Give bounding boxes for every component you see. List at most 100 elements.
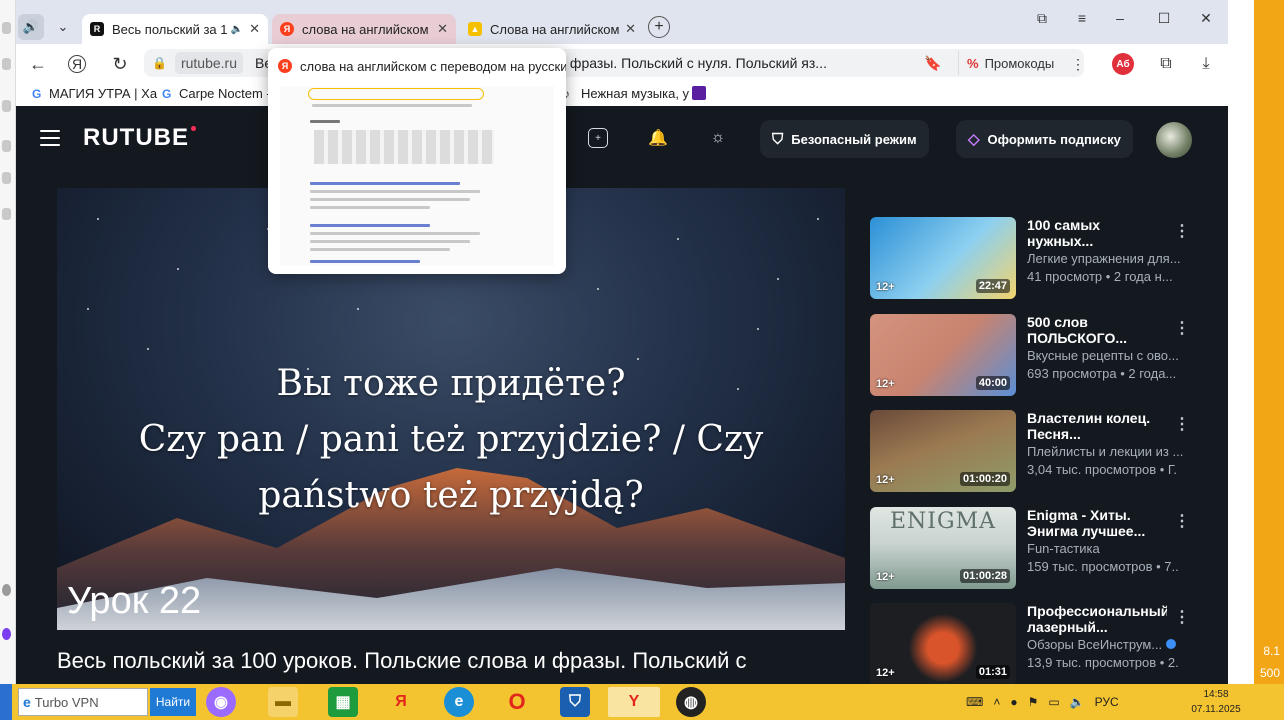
safe-mode-label: Безопасный режим <box>791 131 917 147</box>
network-status-icon[interactable]: ● <box>1010 695 1017 709</box>
more-icon[interactable]: ⋮ <box>1174 318 1190 338</box>
back-icon[interactable]: ← <box>26 52 50 76</box>
display-icon[interactable]: ▭ <box>1048 695 1059 709</box>
close-icon[interactable]: ✕ <box>625 21 636 37</box>
rutube-icon: R <box>90 22 104 36</box>
close-window-button[interactable]: ✕ <box>1194 8 1218 28</box>
video-stats: 3,04 тыс. просмотров • Г. <box>1027 462 1177 477</box>
clock[interactable]: 14:58 07.11.2025 <box>1186 687 1246 717</box>
system-tray: ⌨ ˄ ● ⚑ ▭ 🔈 РУС <box>966 690 1129 714</box>
recommendation-title[interactable]: Властелин колец. Песня... <box>1027 410 1167 442</box>
rutube-logo[interactable]: RUTUBE <box>83 124 196 152</box>
tab-yandex-search[interactable]: Я слова на английском с переводом ✕ <box>272 14 456 44</box>
bookmark-item[interactable]: G МАГИЯ УТРА | Ха <box>32 86 157 101</box>
video-thumbnail[interactable]: 12+ 01:00:20 <box>870 410 1016 492</box>
video-subtitles: Вы тоже придёте? Czy pan / pani też przy… <box>57 356 845 524</box>
video-thumbnail[interactable]: 12+ 22:47 <box>870 217 1016 299</box>
channel-name[interactable]: Обзоры ВсеИнструм... <box>1027 637 1195 652</box>
flag-icon[interactable]: ⚑ <box>1028 695 1039 709</box>
channel-name[interactable]: Вкусные рецепты с ово... <box>1027 348 1195 363</box>
opera-icon[interactable]: O <box>502 687 532 717</box>
obs-icon[interactable]: ◍ <box>676 687 706 717</box>
age-rating: 12+ <box>876 667 895 679</box>
bookmark-item[interactable]: ♪ Нежная музыка, у <box>564 86 689 101</box>
yandex-icon: Я <box>280 22 294 36</box>
safe-mode-button[interactable]: ⛉ Безопасный режим <box>760 120 929 158</box>
channel-name[interactable]: Легкие упражнения для... <box>1027 251 1195 266</box>
avatar[interactable] <box>1156 122 1192 158</box>
hamburger-menu-icon[interactable] <box>40 130 60 146</box>
recommendation-title[interactable]: 100 самых нужных... <box>1027 217 1167 249</box>
tab-preview-title: слова на английском с переводом на русск… <box>300 58 566 74</box>
age-rating: 12+ <box>876 571 895 583</box>
more-icon[interactable]: ⋮ <box>1174 414 1190 434</box>
yandex-app-icon[interactable]: Я <box>386 687 416 717</box>
find-label: Найти <box>155 695 191 709</box>
yandex-icon: Я <box>278 59 292 73</box>
bookmark-icon[interactable]: 🔖 <box>924 55 941 72</box>
address-bar: ← Я ↻ 🔒 rutube.ru Весь польский за 100 у… <box>16 44 1228 82</box>
subscribe-label: Оформить подписку <box>987 131 1121 147</box>
video-thumbnail[interactable]: ENIGMA 12+ 01:00:28 <box>870 507 1016 589</box>
maximize-button[interactable]: ☐ <box>1152 8 1176 28</box>
taskbar-search-field[interactable]: e Turbo VPN <box>18 688 148 716</box>
tab-rutube[interactable]: R Весь польский за 100 уроков 🔈 ✕ <box>82 14 268 44</box>
start-button[interactable] <box>0 684 12 720</box>
tab-audio-icon[interactable]: 🔊 <box>18 14 44 40</box>
close-icon[interactable]: ✕ <box>249 21 260 37</box>
more-icon[interactable]: ⋮ <box>1174 607 1190 627</box>
promo-button[interactable]: % Промокоды <box>958 51 1054 75</box>
video-stats: 159 тыс. просмотров • 7.. <box>1027 559 1179 574</box>
recommendation-title[interactable]: Enigma - Хиты. Энигма лучшее... <box>1027 507 1167 539</box>
recommendation-item[interactable]: 12+ 22:47 100 самых нужных... Легкие упр… <box>870 217 1200 299</box>
notifications-icon[interactable]: 🔔 <box>648 128 668 148</box>
more-icon[interactable]: ⋮ <box>1174 511 1190 531</box>
bookmark-item[interactable]: G Carpe Noctem - <box>162 86 271 101</box>
store-icon[interactable]: ▦ <box>328 687 358 717</box>
yandex-home-icon[interactable]: Я <box>68 55 86 73</box>
new-tab-button[interactable]: + <box>648 16 670 38</box>
upload-icon[interactable]: + <box>588 128 608 148</box>
duration-badge: 01:31 <box>975 665 1010 679</box>
recommendation-title[interactable]: 500 слов ПОЛЬСКОГО... <box>1027 314 1167 346</box>
bookmark-tabs-icon[interactable]: ⧉ <box>1030 8 1054 28</box>
channel-name[interactable]: Fun-тастика <box>1027 541 1195 556</box>
menu-icon[interactable]: ≡ <box>1070 8 1094 28</box>
keyboard-icon[interactable]: ⌨ <box>966 695 983 709</box>
subscribe-button[interactable]: ◇ Оформить подписку <box>956 120 1133 158</box>
vpn-shield-icon[interactable]: ⛉ <box>560 687 590 717</box>
desktop-icon <box>2 208 11 220</box>
tab-preview-popup[interactable]: Я слова на английском с переводом на рус… <box>268 48 566 274</box>
recommendation-item[interactable]: 12+ 01:31 Профессиональный лазерный... О… <box>870 603 1200 684</box>
yandex-browser-taskbar-button[interactable]: Y <box>608 687 660 717</box>
more-icon[interactable]: ⋮ <box>1174 221 1190 241</box>
file-explorer-icon[interactable]: ▬ <box>268 687 298 717</box>
recommendation-item[interactable]: 12+ 40:00 500 слов ПОЛЬСКОГО... Вкусные … <box>870 314 1200 396</box>
close-icon[interactable]: ✕ <box>437 21 448 37</box>
language-indicator[interactable]: РУС <box>1095 695 1119 709</box>
video-thumbnail[interactable]: 12+ 01:31 <box>870 603 1016 684</box>
extensions-icon[interactable]: ⧉ <box>1154 52 1178 76</box>
reload-icon[interactable]: ↻ <box>108 52 132 76</box>
video-thumbnail[interactable]: 12+ 40:00 <box>870 314 1016 396</box>
theme-icon[interactable]: ☼ <box>708 128 728 148</box>
edge-app-icon[interactable]: e <box>444 687 474 717</box>
taskbar-find-button[interactable]: Найти <box>150 688 196 716</box>
tab-yandex-images[interactable]: ▲ Слова на английском с переводом ✕ <box>460 14 644 44</box>
rutube-page: RUTUBE + 🔔 ☼ ⛉ Безопасный режим ◇ Оформи… <box>16 106 1228 684</box>
more-icon[interactable]: ⋮ <box>1066 52 1090 76</box>
chevron-up-icon[interactable]: ˄ <box>993 695 1000 709</box>
speaker-icon[interactable]: 🔈 <box>1070 695 1085 709</box>
video-stats: 13,9 тыс. просмотров • 2. <box>1027 655 1179 670</box>
profile-icon[interactable]: Аб <box>1112 53 1134 75</box>
recommendation-title[interactable]: Профессиональный лазерный... <box>1027 603 1167 635</box>
recommendation-item[interactable]: ENIGMA 12+ 01:00:28 Enigma - Хиты. Энигм… <box>870 507 1200 589</box>
chevron-down-icon[interactable]: ⌄ <box>50 14 76 40</box>
tab-bar: 🔊 ⌄ R Весь польский за 100 уроков 🔈 ✕ Я … <box>16 0 1228 44</box>
minimize-button[interactable]: – <box>1108 8 1132 28</box>
recommendation-item[interactable]: 12+ 01:00:20 Властелин колец. Песня... П… <box>870 410 1200 492</box>
bookmark-item[interactable] <box>692 86 706 100</box>
channel-name[interactable]: Плейлисты и лекции из ... <box>1027 444 1195 459</box>
download-icon[interactable]: ⤓ <box>1194 52 1218 76</box>
alice-icon[interactable]: ◉ <box>206 687 236 717</box>
